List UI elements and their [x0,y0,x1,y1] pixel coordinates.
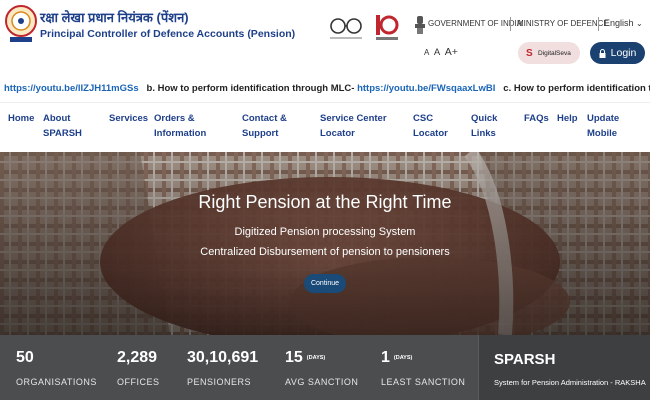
language-label: English [604,18,634,28]
digital-seva-button[interactable]: S DigitalSeva [518,42,580,64]
news-ticker: https://youtu.be/lIZJH11mGSs b. How to p… [0,76,650,102]
nav-item-home[interactable]: Home [8,111,34,126]
nav-label: Orders & Information [154,113,207,139]
nav-label: Service Center Locator [320,113,387,139]
stat-organisations-label: ORGANISATIONS [16,377,97,387]
site-header: रक्षा लेखा प्रधान नियंत्रक (पेंशन) Princ… [0,0,650,76]
ticker-link[interactable]: https://youtu.be/FWsqaaxLwBI [357,83,495,94]
nav-item-csc-locator[interactable]: CSC Locator [413,111,448,141]
stat-pensioners-value: 30,10,691 [187,349,258,367]
language-selector[interactable]: English ⌄ [604,18,643,28]
hero-subtitle-1: Digitized Pension processing System [234,226,416,238]
ticker-text: c. How to perform identification through… [503,83,650,94]
stat-offices-value: 2,289 [117,349,157,367]
nav-item-service-center-locator[interactable]: Service Center Locator [320,111,387,141]
nav-item-orders-information[interactable]: Orders & Information [154,111,206,141]
stat-organisations-value: 50 [16,349,34,367]
ticker-content: https://youtu.be/lIZJH11mGSs b. How to p… [4,76,650,102]
login-label: Login [610,47,637,59]
nav-item-update-mobile[interactable]: Update Mobile [587,111,619,141]
government-of-india-link[interactable]: GOVERNMENT OF INDIA [428,19,522,28]
sparsh-subtitle: System for Pension Administration - RAKS… [494,378,646,387]
continue-button[interactable]: Continue [304,274,346,293]
nav-item-services[interactable]: Services [109,111,148,126]
font-normal-button[interactable]: A [434,47,440,58]
stat-number: 1 [381,349,390,366]
org-name-hindi: रक्षा लेखा प्रधान नियंत्रक (पेंशन) [40,10,189,25]
header-divider [510,17,511,31]
font-size-controls: A A A+ [424,46,460,58]
pcda-emblem-icon[interactable] [4,4,38,44]
stat-pensioners-label: PENSIONERS [187,377,252,387]
stat-number: 30,10,691 [187,349,259,366]
nav-label: Quick Links [471,113,498,139]
stat-number: 15 [285,349,303,366]
ticker-text: b. How to perform identification through… [138,83,358,94]
hero-subtitle-2: Centralized Disbursement of pension to p… [200,246,450,258]
stat-least-sanction-value: 1 (DAYS) [381,349,412,367]
sparsh-title: SPARSH [494,351,556,368]
hero-background-image [0,152,650,335]
nav-item-help[interactable]: Help [557,111,578,126]
chevron-down-icon: ⌄ [636,19,643,28]
lock-icon [599,48,606,58]
stat-unit: (DAYS) [306,354,326,361]
nav-label: Contact & Support [242,113,287,139]
stat-least-sanction-label: LEAST SANCTION [381,377,466,387]
nav-label: About SPARSH [43,113,82,139]
digital-seva-label: DigitalSeva [538,49,571,57]
national-emblem-icon [415,16,425,34]
nav-item-quick-links[interactable]: Quick Links [471,111,497,141]
digital-seva-icon: S [526,47,533,59]
stat-avg-sanction-value: 15 (DAYS) [285,349,325,367]
stat-number: 2,289 [117,349,158,366]
nav-item-about-sparsh[interactable]: About SPARSH [43,111,82,141]
main-navigation: Home About SPARSH Services Orders & Info… [0,102,650,152]
stat-unit: (DAYS) [393,354,413,361]
nav-item-faqs[interactable]: FAQs [524,111,549,126]
stat-avg-sanction-label: AVG SANCTION [285,377,359,387]
nav-label: Update Mobile [587,113,620,139]
hero-banner [0,152,650,335]
ticker-link[interactable]: https://youtu.be/lIZJH11mGSs [4,83,139,94]
font-increase-button[interactable]: A+ [445,46,458,58]
nav-label: CSC Locator [413,113,448,139]
font-decrease-button[interactable]: A [424,48,429,57]
stat-offices-label: OFFICES [117,377,160,387]
hero-title: Right Pension at the Right Time [198,192,452,212]
login-button[interactable]: Login [590,42,645,64]
gandhi-150-icon [376,15,399,40]
org-name-english: Principal Controller of Defence Accounts… [40,28,296,40]
stat-number: 50 [16,349,34,366]
swachh-bharat-glasses-icon [330,18,362,39]
header-divider [598,17,599,31]
nav-item-contact-support[interactable]: Contact & Support [242,111,287,141]
ministry-of-defence-link[interactable]: MINISTRY OF DEFENCE [517,19,609,28]
